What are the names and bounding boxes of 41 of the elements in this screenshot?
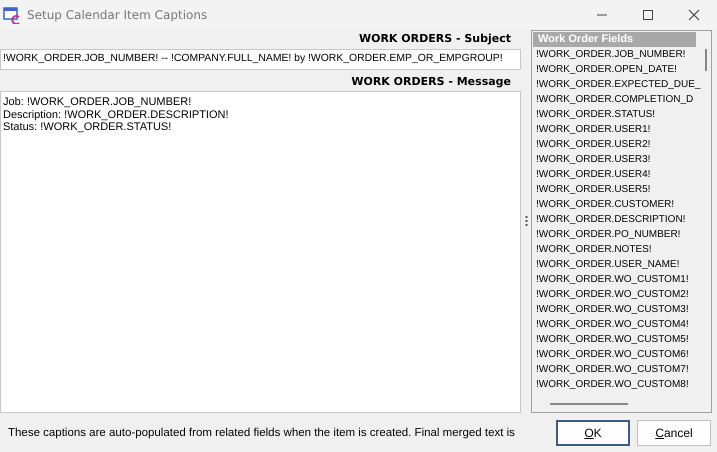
- maximize-icon[interactable]: [642, 8, 654, 20]
- field-item[interactable]: !WORK_ORDER.STATUS!: [533, 107, 703, 122]
- message-line: Description: !WORK_ORDER.DESCRIPTION!: [3, 108, 230, 121]
- field-item[interactable]: !WORK_ORDER.NOTES!: [533, 242, 703, 257]
- field-item[interactable]: !WORK_ORDER.CUSTOMER!: [533, 197, 703, 212]
- column-header: Work Order Fields: [533, 32, 696, 47]
- field-item[interactable]: !WORK_ORDER.JOB_NUMBER!: [533, 47, 703, 62]
- field-item[interactable]: !WORK_ORDER.USER2!: [533, 137, 703, 152]
- field-item[interactable]: !WORK_ORDER.WO_CUSTOM1!: [533, 272, 703, 287]
- field-item[interactable]: !WORK_ORDER.USER5!: [533, 182, 703, 197]
- field-item[interactable]: !WORK_ORDER.WO_CUSTOM7!: [533, 362, 703, 377]
- ok-button[interactable]: OK: [556, 420, 630, 446]
- message-line: Job: !WORK_ORDER.JOB_NUMBER!: [3, 96, 192, 108]
- subject-field[interactable]: !WORK_ORDER.JOB_NUMBER! -- !COMPANY.FULL_NAME! by !WORK_ORDER.EMP_OR_EMPGROUP!: [0, 49, 521, 70]
- close-icon[interactable]: [688, 8, 700, 20]
- window-title: Setup Calendar Item Captions: [27, 8, 208, 22]
- footer-note: These captions are auto-populated from related fields when the item is created. Final merged text is: [8, 426, 515, 438]
- field-item[interactable]: !WORK_ORDER.OPEN_DATE!: [533, 62, 703, 77]
- calendar-icon: [3, 6, 21, 24]
- field-item[interactable]: !WORK_ORDER.USER4!: [533, 167, 703, 182]
- field-item[interactable]: !WORK_ORDER.PO_NUMBER!: [533, 227, 703, 242]
- scrollbar-thumb[interactable]: [550, 403, 628, 405]
- field-item[interactable]: !WORK_ORDER.WO_CUSTOM8!: [533, 377, 703, 392]
- field-item[interactable]: !WORK_ORDER.WO_CUSTOM5!: [533, 332, 703, 347]
- cancel-button[interactable]: Cancel: [637, 420, 711, 446]
- field-item[interactable]: !WORK_ORDER.USER_NAME!: [533, 257, 703, 272]
- field-item[interactable]: !WORK_ORDER.USER3!: [533, 152, 703, 167]
- field-item[interactable]: !WORK_ORDER.EXPECTED_DUE_: [533, 77, 703, 92]
- field-item[interactable]: !WORK_ORDER.WO_CUSTOM2!: [533, 287, 703, 302]
- section-label: WORK ORDERS - Message: [350, 74, 512, 89]
- field-item[interactable]: !WORK_ORDER.USER1!: [533, 122, 703, 137]
- field-item[interactable]: !WORK_ORDER.DESCRIPTION!: [533, 212, 703, 227]
- scrollbar-thumb[interactable]: [705, 49, 707, 71]
- field-item[interactable]: !WORK_ORDER.COMPLETION_D: [533, 92, 703, 107]
- message-field[interactable]: Job: !WORK_ORDER.JOB_NUMBER! Description: !WORK_ORDER.DESCRIPTION! Status: !WORK_ORDER.STATUS!: [0, 91, 521, 413]
- field-item[interactable]: !WORK_ORDER.WO_CUSTOM6!: [533, 347, 703, 362]
- field-item[interactable]: !WORK_ORDER.WO_CUSTOM3!: [533, 302, 703, 317]
- section-label: WORK ORDERS - Subject: [358, 31, 512, 46]
- field-item[interactable]: !WORK_ORDER.WO_CUSTOM4!: [533, 317, 703, 332]
- splitter-handle-icon[interactable]: [524, 216, 528, 226]
- message-line: Status: !WORK_ORDER.STATUS!: [3, 121, 172, 134]
